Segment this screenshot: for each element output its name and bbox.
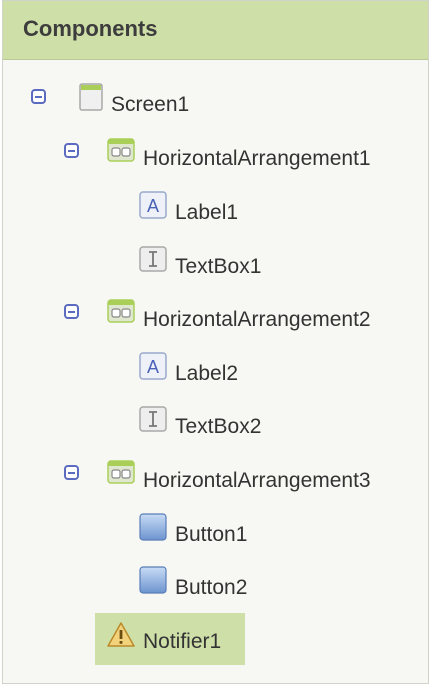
textbox-icon: [139, 246, 167, 272]
collapse-toggle-ha3[interactable]: [64, 465, 79, 480]
components-panel: Components Screen1 HorizontalArrangement…: [2, 0, 429, 684]
tree-item-label1[interactable]: A Label1: [139, 191, 259, 231]
horizontal-arrangement-icon: [107, 138, 135, 162]
tree-item-button2[interactable]: Button2: [139, 566, 279, 606]
collapse-toggle-ha2[interactable]: [64, 304, 79, 319]
button-icon: [139, 566, 167, 594]
screen-icon: [79, 83, 103, 111]
label-icon: A: [139, 352, 167, 380]
horizontal-arrangement-icon: [107, 460, 135, 484]
tree-item-label: HorizontalArrangement3: [143, 469, 371, 492]
horizontal-arrangement-icon: [107, 299, 135, 323]
tree-item-label: TextBox1: [175, 255, 262, 278]
tree-item-label: HorizontalArrangement1: [143, 147, 371, 170]
tree-item-label: Button1: [175, 523, 248, 546]
collapse-toggle-ha1[interactable]: [64, 143, 79, 158]
tree-item-button1[interactable]: Button1: [139, 513, 279, 553]
warning-icon: [107, 622, 135, 647]
tree-item-label: Label2: [175, 362, 239, 385]
label-icon: A: [139, 191, 167, 219]
tree-item-label: Screen1: [111, 93, 190, 116]
textbox-icon: [139, 406, 167, 432]
tree-item-textbox2[interactable]: TextBox2: [139, 405, 289, 445]
tree-item-notifier1[interactable]: Notifier1: [95, 613, 245, 665]
tree-item-label: Button2: [175, 576, 248, 599]
tree-item-label2[interactable]: A Label2: [139, 352, 259, 392]
tree-item-label: TextBox2: [175, 415, 262, 438]
tree-item-horizontalarrangement3[interactable]: HorizontalArrangement3: [59, 459, 419, 499]
tree-item-horizontalarrangement1[interactable]: HorizontalArrangement1: [59, 137, 419, 177]
svg-text:A: A: [147, 357, 159, 377]
panel-title: Components: [23, 16, 158, 41]
button-icon: [139, 513, 167, 541]
tree-item-label: HorizontalArrangement2: [143, 308, 371, 331]
tree-item-textbox1[interactable]: TextBox1: [139, 245, 289, 285]
tree-item-horizontalarrangement2[interactable]: HorizontalArrangement2: [59, 298, 419, 338]
panel-header: Components: [3, 1, 428, 60]
svg-text:A: A: [147, 196, 159, 216]
tree-item-label: Notifier1: [143, 630, 222, 653]
tree-item-screen1[interactable]: Screen1: [27, 83, 237, 123]
tree-item-label: Label1: [175, 201, 239, 224]
collapse-toggle-screen1[interactable]: [31, 89, 46, 104]
